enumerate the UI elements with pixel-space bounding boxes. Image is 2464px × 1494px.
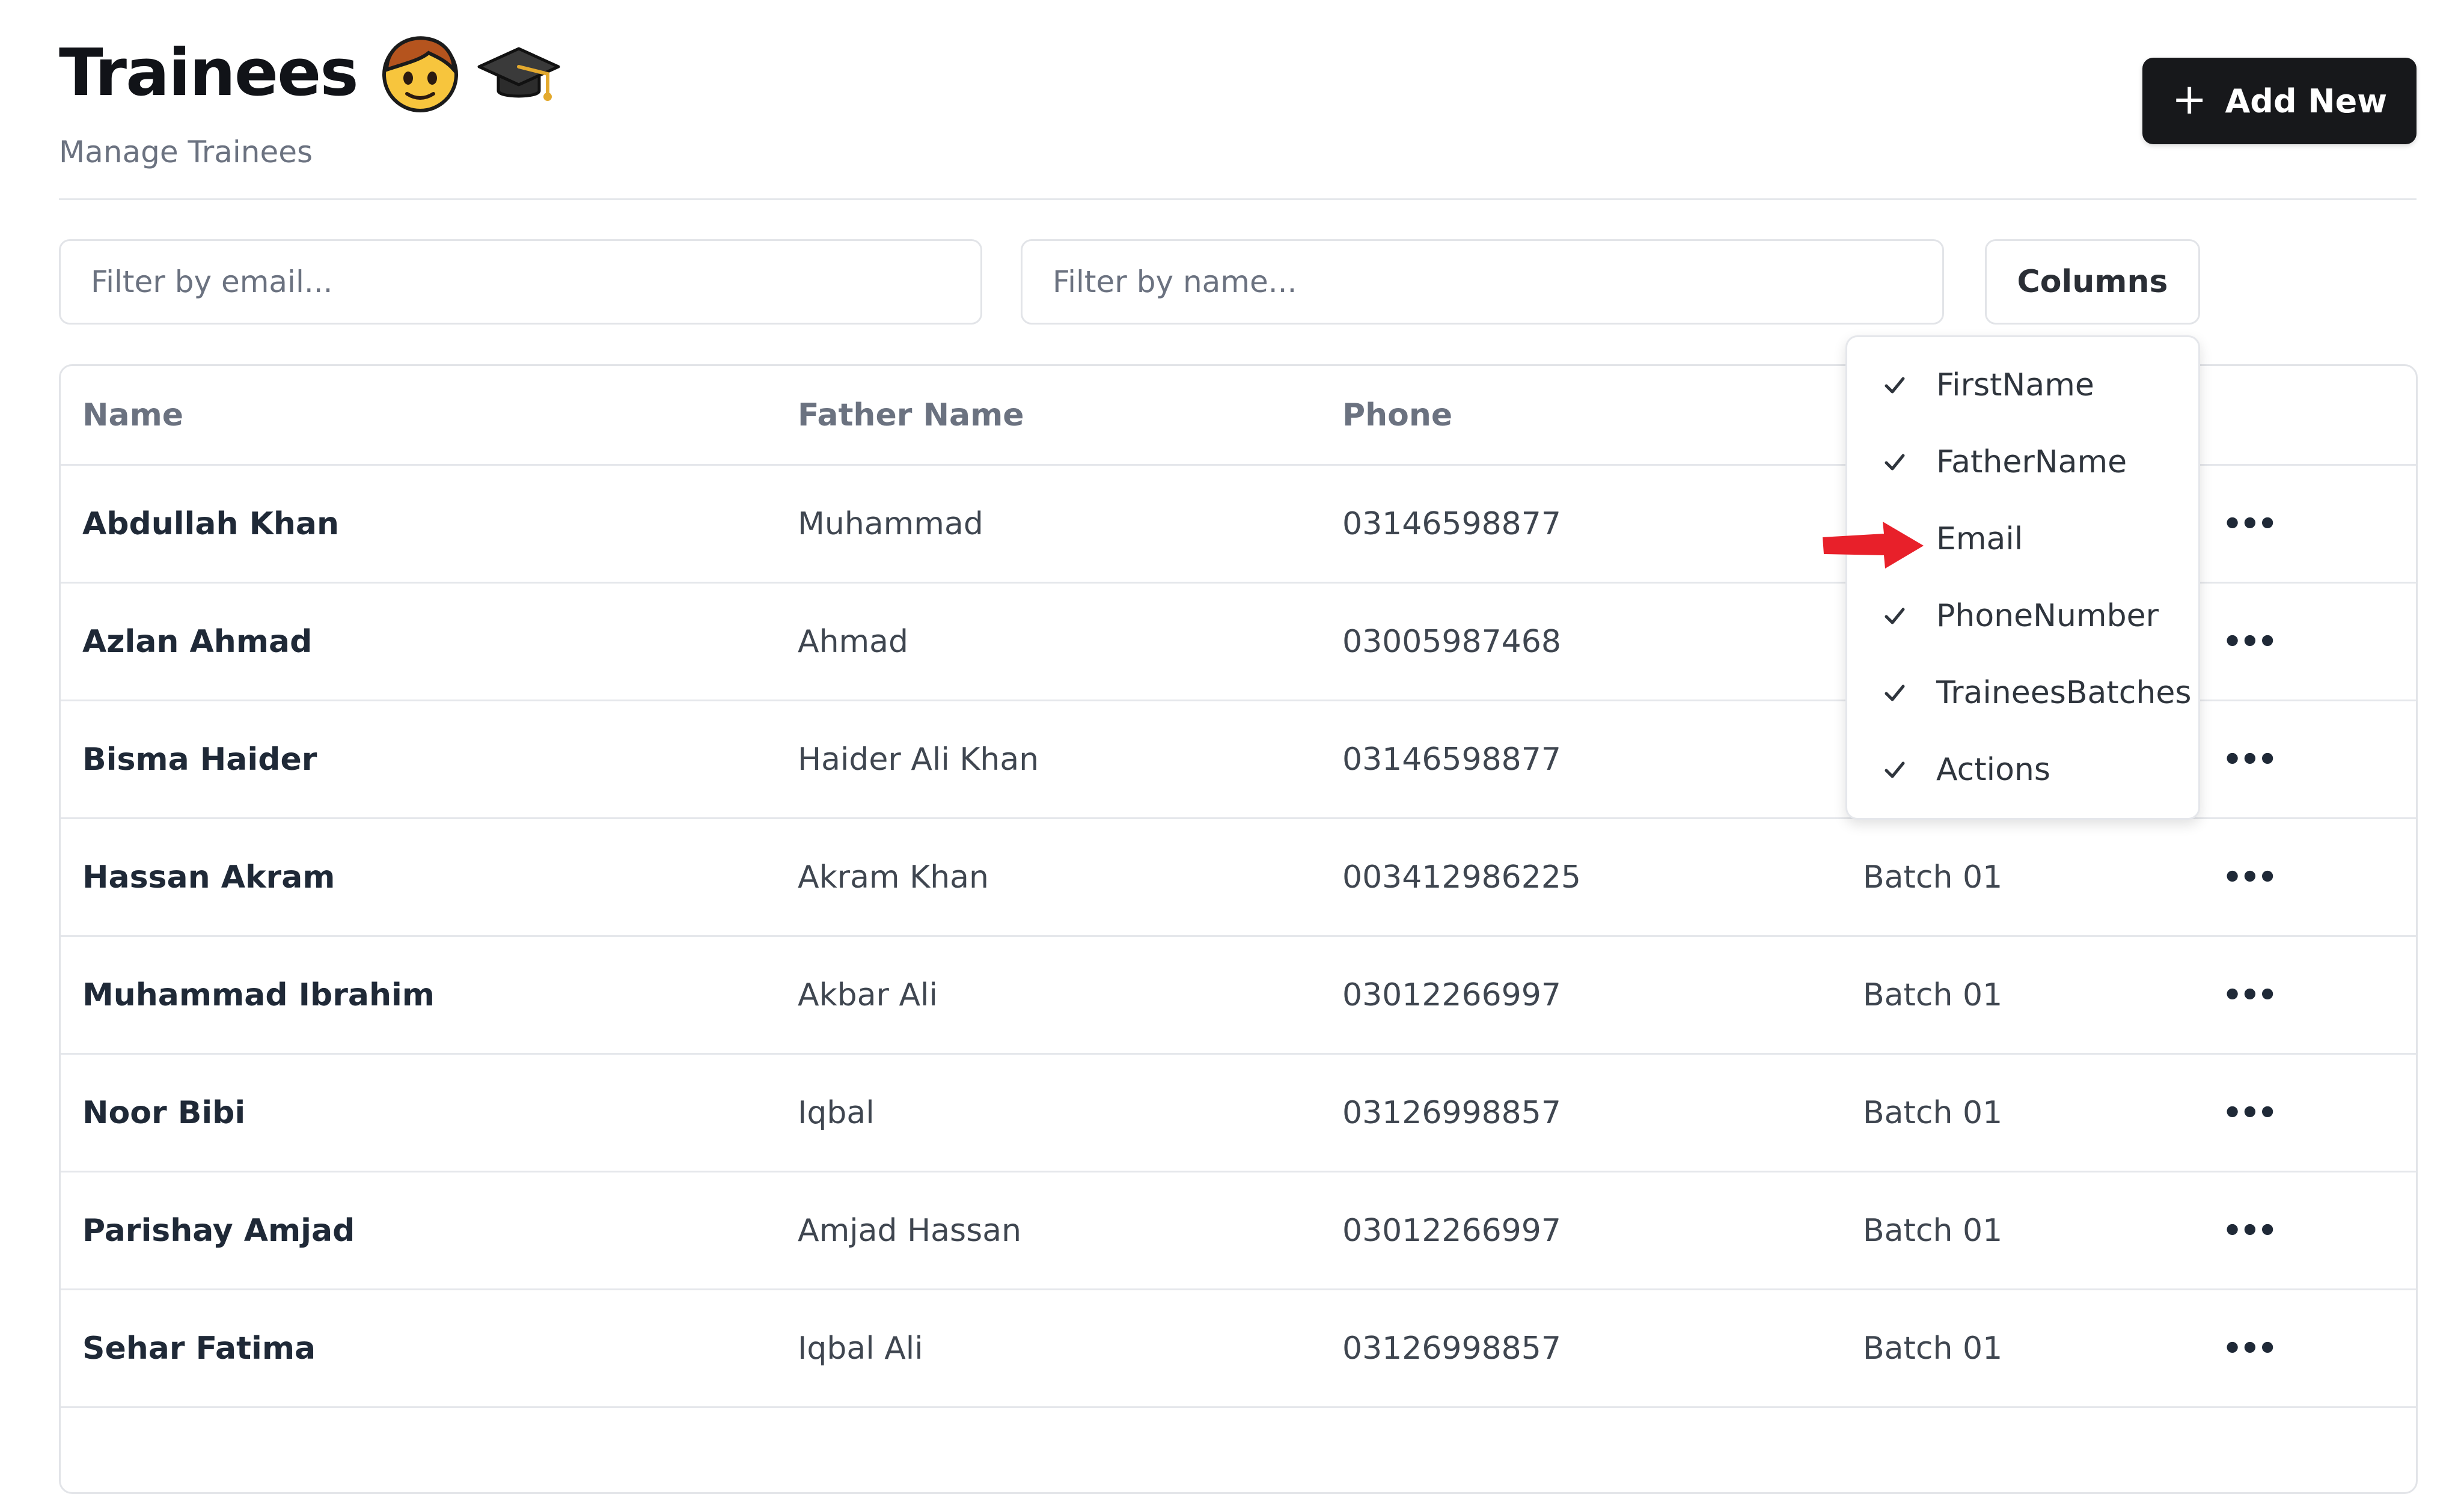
boy-face-icon [378, 30, 462, 117]
column-toggle-traineesbatches[interactable]: TraineesBatches [1847, 654, 2198, 731]
cell-phone: 03126998857 [1342, 1330, 1561, 1367]
cell-name: Hassan Akram [82, 859, 335, 895]
cell-name: Bisma Haider [82, 741, 317, 778]
checkmark-icon [1881, 602, 1909, 630]
table-row: Parishay Amjad Amjad Hassan 03012266997 … [61, 1172, 2416, 1290]
cell-name: Noor Bibi [82, 1094, 246, 1131]
row-actions-button[interactable]: ••• [2222, 1172, 2278, 1288]
column-toggle-label: Actions [1936, 752, 2050, 788]
page-header: Trainees Manage Trainees [59, 25, 561, 167]
checkmark-icon [1881, 679, 1909, 707]
column-toggle-label: FatherName [1936, 444, 2127, 480]
cell-phone: 03012266997 [1342, 1212, 1561, 1249]
cell-batch: Batch 01 [1863, 977, 2003, 1013]
column-header-name[interactable]: Name [82, 366, 183, 464]
column-header-phone[interactable]: Phone [1342, 366, 1452, 464]
page-subtitle: Manage Trainees [59, 135, 313, 169]
column-toggle-actions[interactable]: Actions [1847, 731, 2198, 808]
row-actions-button[interactable]: ••• [2222, 584, 2278, 700]
column-header-father-name[interactable]: Father Name [798, 366, 1024, 464]
ellipsis-icon: ••• [2222, 505, 2278, 542]
columns-dropdown-menu: FirstName FatherName Email PhoneNumber T… [1845, 335, 2200, 820]
cell-phone: 03012266997 [1342, 977, 1561, 1013]
add-new-button-label: Add New [2225, 82, 2388, 120]
cell-name: Azlan Ahmad [82, 623, 313, 660]
column-toggle-label: PhoneNumber [1936, 598, 2159, 634]
column-toggle-label: Email [1936, 521, 2023, 557]
row-actions-button[interactable]: ••• [2222, 819, 2278, 935]
cell-phone: 003412986225 [1342, 859, 1582, 895]
email-filter-input[interactable] [59, 239, 982, 325]
checkmark-icon [1881, 371, 1909, 399]
cell-name: Muhammad Ibrahim [82, 977, 435, 1013]
ellipsis-icon: ••• [2222, 741, 2278, 778]
ellipsis-icon: ••• [2222, 623, 2278, 660]
cell-father-name: Ahmad [798, 623, 909, 660]
table-row: Muhammad Ibrahim Akbar Ali 03012266997 B… [61, 937, 2416, 1055]
cell-phone: 03005987468 [1342, 623, 1561, 660]
cell-name: Parishay Amjad [82, 1212, 355, 1249]
columns-button[interactable]: Columns [1985, 239, 2200, 325]
row-actions-button[interactable]: ••• [2222, 1290, 2278, 1406]
name-filter-input[interactable] [1021, 239, 1944, 325]
page-title: Trainees [59, 35, 359, 111]
cell-phone: 03146598877 [1342, 741, 1561, 778]
header-divider [59, 198, 2417, 200]
cell-name: Sehar Fatima [82, 1330, 316, 1367]
column-toggle-firstname[interactable]: FirstName [1847, 347, 2198, 424]
cell-batch: Batch 01 [1863, 1212, 2003, 1249]
ellipsis-icon: ••• [2222, 1212, 2278, 1249]
row-actions-button[interactable]: ••• [2222, 466, 2278, 582]
row-actions-button[interactable]: ••• [2222, 701, 2278, 817]
cell-batch: Batch 01 [1863, 1330, 2003, 1367]
column-toggle-label: FirstName [1936, 367, 2094, 403]
cell-father-name: Akram Khan [798, 859, 989, 895]
cell-father-name: Iqbal Ali [798, 1330, 923, 1367]
column-toggle-fathername[interactable]: FatherName [1847, 424, 2198, 501]
trainees-page: Trainees Manage Trainees + Add New Filte… [0, 0, 2464, 1494]
cell-phone: 03126998857 [1342, 1094, 1561, 1131]
row-actions-button[interactable]: ••• [2222, 1055, 2278, 1171]
cell-batch: Batch 01 [1863, 1094, 2003, 1131]
graduation-cap-icon [477, 39, 561, 108]
add-new-button[interactable]: + Add New [2142, 58, 2417, 144]
title-row: Trainees [59, 25, 561, 121]
checkmark-icon [1881, 756, 1909, 784]
column-toggle-label: TraineesBatches [1936, 675, 2192, 711]
row-actions-button[interactable]: ••• [2222, 937, 2278, 1053]
cell-father-name: Muhammad [798, 505, 983, 542]
ellipsis-icon: ••• [2222, 859, 2278, 895]
cell-phone: 03146598877 [1342, 505, 1561, 542]
table-row: Hassan Akram Akram Khan 003412986225 Bat… [61, 819, 2416, 937]
ellipsis-icon: ••• [2222, 977, 2278, 1013]
ellipsis-icon: ••• [2222, 1330, 2278, 1367]
cell-name: Abdullah Khan [82, 505, 339, 542]
table-row: Sehar Fatima Iqbal Ali 03126998857 Batch… [61, 1290, 2416, 1408]
checkmark-icon [1881, 448, 1909, 476]
cell-father-name: Akbar Ali [798, 977, 938, 1013]
plus-icon: + [2171, 75, 2207, 124]
cell-father-name: Amjad Hassan [798, 1212, 1022, 1249]
column-toggle-phonenumber[interactable]: PhoneNumber [1847, 578, 2198, 654]
cell-father-name: Iqbal [798, 1094, 875, 1131]
red-arrow-icon [1823, 522, 1924, 569]
ellipsis-icon: ••• [2222, 1094, 2278, 1131]
cell-father-name: Haider Ali Khan [798, 741, 1039, 778]
cell-batch: Batch 01 [1863, 859, 2003, 895]
table-row: Noor Bibi Iqbal 03126998857 Batch 01 ••• [61, 1055, 2416, 1172]
